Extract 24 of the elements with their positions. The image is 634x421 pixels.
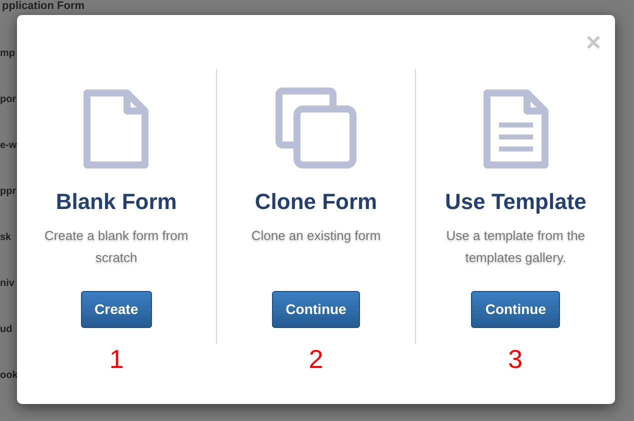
- list-item: e-w: [0, 139, 17, 153]
- step-number: 1: [109, 344, 124, 374]
- option-description: Clone an existing form: [250, 227, 382, 245]
- list-item: por: [0, 93, 17, 107]
- list-item: ud: [0, 323, 14, 337]
- list-item: mp: [0, 47, 16, 61]
- list-item: sk: [0, 231, 12, 245]
- option-description: Create a blank form from scratch: [43, 227, 190, 267]
- list-item: ook: [0, 369, 17, 383]
- copy-icon: [275, 87, 357, 169]
- page-heading: pplication Form: [1, 0, 86, 12]
- option-button[interactable]: Continue: [471, 291, 560, 328]
- list-item: ppr: [0, 185, 17, 199]
- step-number: 2: [308, 344, 324, 374]
- option-title: Clone Form: [254, 189, 378, 215]
- option-title: Blank Form: [56, 189, 177, 215]
- document-icon: [83, 89, 150, 169]
- option-description: Use a template from the templates gallery.: [445, 227, 586, 267]
- list-item: niv: [0, 277, 16, 291]
- option-button[interactable]: Continue: [272, 291, 360, 328]
- text-document-icon: [482, 89, 549, 169]
- option-button[interactable]: Create: [80, 291, 152, 328]
- step-number: 3: [508, 344, 523, 374]
- option-title: Use Template: [444, 189, 586, 215]
